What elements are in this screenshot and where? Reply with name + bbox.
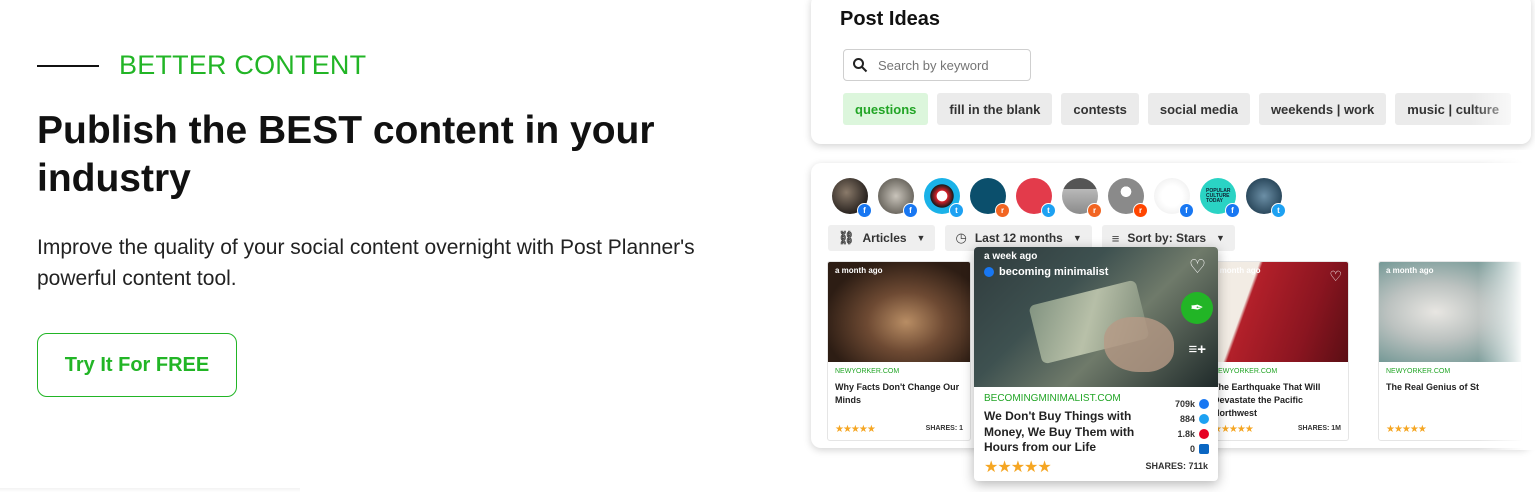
keyword-search[interactable]: [843, 49, 1031, 81]
linkedin-icon: [1199, 443, 1209, 454]
clock-icon: ◷: [955, 230, 967, 245]
star-rating: ★★★★★: [984, 459, 1052, 476]
thumbnail-detail: [1104, 317, 1174, 372]
article-title: Why Facts Don't Change Our Minds: [835, 382, 960, 405]
twitter-icon: t: [1271, 203, 1286, 218]
featured-article-card[interactable]: a week ago becoming minimalist ♡ ✒ ≡+ BE…: [974, 247, 1218, 481]
search-input[interactable]: [878, 57, 1028, 73]
source-avatar[interactable]: r: [1108, 178, 1148, 218]
post-ideas-card: Post Ideas questions fill in the blank c…: [811, 0, 1531, 144]
source-avatar[interactable]: t: [1016, 178, 1056, 218]
chevron-down-icon: ▼: [916, 233, 926, 243]
featured-page: becoming minimalist: [984, 266, 1108, 278]
article-age: a month ago: [1386, 266, 1434, 275]
featured-title: We Don't Buy Things with Money, We Buy T…: [984, 409, 1135, 454]
reddit-icon: r: [1133, 203, 1148, 218]
chevron-down-icon: ▼: [1072, 233, 1082, 243]
facebook-count: 709k: [1175, 397, 1209, 410]
article-source: NEWYORKER.COM: [1386, 368, 1451, 375]
edge-fade: [1471, 0, 1531, 144]
count-value: 884: [1179, 413, 1195, 424]
chevron-down-icon: ▼: [1216, 233, 1225, 243]
heart-icon[interactable]: ♡: [1189, 256, 1206, 279]
twitter-icon: t: [949, 203, 964, 218]
eyebrow-rule: [37, 64, 99, 67]
source-avatar[interactable]: r: [970, 178, 1010, 218]
article-age: a month ago: [1213, 266, 1261, 275]
rss-icon: r: [995, 203, 1010, 218]
featured-page-name: becoming minimalist: [999, 266, 1109, 278]
twitter-count: 884: [1180, 412, 1209, 425]
source-avatar[interactable]: POPULAR CULTURE TODAY f: [1200, 178, 1240, 218]
quill-icon[interactable]: ✒: [1181, 292, 1213, 324]
add-to-queue-icon[interactable]: ≡+: [1188, 341, 1206, 358]
share-count: SHARES: 1M: [1297, 425, 1341, 432]
sort-icon: ≡: [1111, 230, 1120, 246]
article-card[interactable]: a month ago ♡ NEWYORKER.COM The Earthqua…: [1205, 261, 1349, 441]
sort-filter-label: Sort by: Stars: [1127, 231, 1207, 245]
chip-fill-in-the-blank[interactable]: fill in the blank: [937, 93, 1053, 125]
source-avatar[interactable]: t: [1246, 178, 1286, 218]
source-avatar[interactable]: f: [878, 178, 918, 218]
star-rating: ★★★★★: [1386, 424, 1427, 435]
source-avatar[interactable]: t: [924, 178, 964, 218]
article-source: NEWYORKER.COM: [835, 368, 900, 375]
star-rating: ★★★★★: [835, 424, 876, 435]
facebook-icon: [1199, 398, 1209, 409]
idea-chips: questions fill in the blank contests soc…: [843, 93, 1512, 125]
chip-weekends-work[interactable]: weekends | work: [1258, 93, 1387, 125]
rss-icon: r: [1087, 203, 1102, 218]
try-free-button[interactable]: Try It For FREE: [37, 333, 237, 397]
divider: [0, 488, 300, 492]
count-value: 1.8k: [1177, 428, 1195, 439]
featured-source: BECOMINGMINIMALIST.COM: [984, 393, 1121, 404]
search-icon: [853, 58, 868, 73]
post-ideas-title: Post Ideas: [840, 8, 941, 30]
heart-icon[interactable]: ♡: [1329, 268, 1342, 285]
article-card[interactable]: a month ago NEWYORKER.COM Why Facts Don'…: [827, 261, 971, 441]
date-filter-label: Last 12 months: [974, 231, 1063, 245]
twitter-icon: [1199, 413, 1209, 424]
facebook-icon: f: [903, 203, 918, 218]
eyebrow-label: BETTER CONTENT: [119, 50, 367, 80]
facebook-icon: f: [1225, 203, 1240, 218]
edge-fade: [1478, 150, 1535, 450]
hero-headline: Publish the BEST content in your industr…: [37, 109, 655, 200]
article-thumbnail: a month ago ♡: [1206, 262, 1348, 362]
facebook-icon: f: [1179, 203, 1194, 218]
share-count: SHARES: 711k: [1145, 461, 1208, 471]
link-icon: ⛓: [838, 230, 855, 245]
share-breakdown: 709k 884 1.8k 0: [1175, 397, 1209, 455]
article-source: NEWYORKER.COM: [1213, 368, 1278, 375]
facebook-icon: f: [857, 203, 872, 218]
count-value: 0: [1189, 443, 1195, 454]
type-filter[interactable]: ⛓ Articles ▼: [828, 225, 936, 251]
facebook-icon: [984, 267, 994, 277]
type-filter-label: Articles: [862, 231, 907, 245]
chip-questions[interactable]: questions: [843, 93, 929, 125]
eyebrow: BETTER CONTENT: [37, 50, 366, 81]
source-avatar[interactable]: r: [1062, 178, 1102, 218]
pinterest-count: 1.8k: [1177, 427, 1209, 440]
pinterest-icon: [1199, 428, 1209, 439]
source-avatar[interactable]: f: [832, 178, 872, 218]
twitter-icon: t: [1041, 203, 1056, 218]
hero-subtext: Improve the quality of your social conte…: [37, 236, 695, 290]
hero-section: BETTER CONTENT Publish the BEST content …: [37, 0, 737, 492]
article-title: The Earthquake That Will Devastate the P…: [1213, 382, 1321, 418]
share-count: SHARES: 1: [925, 425, 963, 432]
chip-social-media[interactable]: social media: [1147, 93, 1250, 125]
article-age: a month ago: [835, 266, 883, 275]
source-avatar[interactable]: f: [1154, 178, 1194, 218]
avatar-label: POPULAR CULTURE TODAY: [1206, 187, 1231, 204]
count-value: 709k: [1174, 398, 1195, 409]
chip-contests[interactable]: contests: [1061, 93, 1139, 125]
linkedin-count: 0: [1190, 442, 1209, 455]
star-rating: ★★★★★: [1213, 424, 1254, 435]
featured-age: a week ago: [984, 251, 1038, 262]
source-avatars: f f t r t r r f POPULAR CULTURE TODAY f t: [832, 178, 1286, 218]
article-thumbnail: a month ago: [828, 262, 970, 362]
